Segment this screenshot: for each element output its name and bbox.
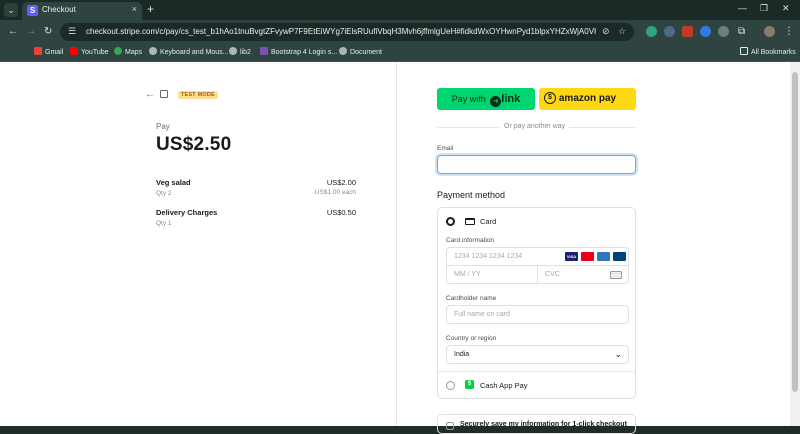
card-number-input[interactable]: 1234 1234 1234 1234 VISA xyxy=(446,247,629,266)
folder-icon xyxy=(740,47,748,55)
globe-icon xyxy=(229,47,237,55)
cashapp-icon: $ xyxy=(465,380,474,389)
amex-icon xyxy=(597,252,610,261)
store-icon xyxy=(160,90,168,98)
expiry-input[interactable]: MM / YY xyxy=(446,265,538,284)
cardholder-placeholder: Full name on card xyxy=(454,311,511,318)
scrollbar-thumb[interactable] xyxy=(792,72,798,392)
line-item: Veg salad US$2.00 Qty 2 US$1.00 each xyxy=(156,178,356,197)
visa-icon: VISA xyxy=(565,252,578,261)
save-info-box[interactable]: Securely save my information for 1-click… xyxy=(437,414,636,434)
save-info-checkbox[interactable] xyxy=(446,422,454,430)
item-qty: Qty 1 xyxy=(156,220,172,227)
total-amount: US$2.50 xyxy=(156,134,232,155)
bookmark-bootstrap[interactable]: Bootstrap 4 Login s... xyxy=(260,47,337,56)
globe-icon xyxy=(339,47,347,55)
maps-icon xyxy=(114,47,122,55)
bookmark-maps[interactable]: Maps xyxy=(114,47,142,56)
bootstrap-icon xyxy=(260,47,268,55)
site-info-icon[interactable]: ☰ xyxy=(68,26,76,37)
gmail-icon xyxy=(34,47,42,55)
payment-form: Pay with ➜ link $ amazon pay Or pay anoth… xyxy=(397,62,790,434)
back-icon[interactable]: ← xyxy=(8,25,18,39)
profile-avatar[interactable] xyxy=(764,26,775,37)
cvc-placeholder: CVC xyxy=(545,271,560,278)
order-summary: ← TEST MODE Pay US$2.50 Veg salad US$2.0… xyxy=(0,62,396,426)
bookmarks-bar: Gmail YouTube Maps Keyboard and Mous... … xyxy=(0,44,800,62)
tab-checkout[interactable]: S Checkout × xyxy=(22,2,142,20)
reload-icon[interactable]: ↻ xyxy=(44,25,52,39)
item-unit-price: US$1.00 each xyxy=(314,189,356,196)
expiry-placeholder: MM / YY xyxy=(454,271,481,278)
bookmark-lib2[interactable]: lib2 xyxy=(229,47,251,56)
item-price: US$0.50 xyxy=(326,208,356,217)
bookmark-gmail[interactable]: Gmail xyxy=(34,47,63,56)
payment-method-separator xyxy=(438,371,635,372)
credit-card-icon xyxy=(465,218,475,225)
country-label: Country or region xyxy=(446,335,497,342)
amazon-pay-coin-icon: $ xyxy=(544,92,556,104)
country-select[interactable]: India ⌄ xyxy=(446,345,629,364)
pay-label: Pay xyxy=(156,122,170,131)
payment-method-heading: Payment method xyxy=(437,190,506,200)
mastercard-icon xyxy=(581,252,594,261)
amazon-pay-button[interactable]: $ amazon pay xyxy=(539,88,636,110)
url-text: checkout.stripe.com/c/pay/cs_test_b1hAo1… xyxy=(86,27,596,36)
youtube-icon xyxy=(70,47,78,55)
address-bar[interactable]: ☰ checkout.stripe.com/c/pay/cs_test_b1hA… xyxy=(60,23,634,41)
page-scrollbar[interactable] xyxy=(790,62,800,426)
save-info-text: Securely save my information for 1-click… xyxy=(460,421,627,428)
cardholder-name-input[interactable]: Full name on card xyxy=(446,305,629,324)
card-information-label: Card information xyxy=(446,237,495,244)
bookmark-document[interactable]: Document xyxy=(339,47,382,56)
link-arrow-icon: ➜ xyxy=(490,96,502,107)
pay-with-link-button[interactable]: Pay with ➜ link xyxy=(437,88,535,110)
browser-menu-icon[interactable]: ⋮ xyxy=(784,25,794,39)
close-window-icon[interactable]: ✕ xyxy=(782,3,790,14)
extensions-puzzle-icon[interactable]: ⧉ xyxy=(738,25,745,39)
bookmark-youtube[interactable]: YouTube xyxy=(70,47,109,56)
chevron-down-icon: ⌄ xyxy=(614,349,622,359)
cardholder-label: Cardholder name xyxy=(446,295,497,302)
extension-icon-4[interactable] xyxy=(700,26,711,37)
country-value: India xyxy=(454,351,470,358)
tab-close-icon[interactable]: × xyxy=(132,4,137,14)
browser-tabbar: ⌄ S Checkout × + — ❐ ✕ xyxy=(0,0,800,20)
cashapp-radio[interactable] xyxy=(446,381,455,390)
bookmark-star-icon[interactable]: ☆ xyxy=(618,26,626,37)
card-option-label: Card xyxy=(480,217,497,226)
payment-method-box: Card Card information 1234 1234 1234 123… xyxy=(437,207,636,399)
or-pay-another-way: Or pay another way xyxy=(500,123,570,130)
extension-icon-5[interactable] xyxy=(718,26,729,37)
email-label: Email xyxy=(437,145,454,152)
cvc-card-icon xyxy=(610,271,622,279)
extension-icon-2[interactable] xyxy=(664,26,675,37)
back-arrow-icon[interactable]: ← xyxy=(145,89,155,100)
cvc-input[interactable]: CVC xyxy=(537,265,629,284)
minimize-icon[interactable]: — xyxy=(738,3,747,13)
card-radio[interactable] xyxy=(446,217,455,226)
cashapp-option-label: Cash App Pay xyxy=(480,381,528,390)
all-bookmarks[interactable]: All Bookmarks xyxy=(740,47,796,56)
restore-icon[interactable]: ❐ xyxy=(760,3,768,14)
line-item: Delivery Charges US$0.50 Qty 1 xyxy=(156,208,356,227)
test-mode-badge: TEST MODE xyxy=(178,91,218,99)
tab-title: Checkout xyxy=(42,5,76,14)
card-number-placeholder: 1234 1234 1234 1234 xyxy=(454,253,523,260)
stripe-favicon-icon: S xyxy=(27,5,38,16)
hide-icon[interactable]: ⊘ xyxy=(602,26,610,37)
tab-search-icon[interactable]: ⌄ xyxy=(4,3,18,17)
extension-icon-1[interactable] xyxy=(646,26,657,37)
checkout-page: ← TEST MODE Pay US$2.50 Veg salad US$2.0… xyxy=(0,62,800,434)
bookmark-keyboard[interactable]: Keyboard and Mous... xyxy=(149,47,229,56)
new-tab-button[interactable]: + xyxy=(147,2,154,16)
browser-toolbar: ← → ↻ ☰ checkout.stripe.com/c/pay/cs_tes… xyxy=(0,20,800,44)
email-input[interactable] xyxy=(437,155,636,174)
unionpay-icon xyxy=(613,252,626,261)
item-price: US$2.00 xyxy=(326,178,356,187)
extension-icon-3[interactable] xyxy=(682,26,693,37)
forward-icon[interactable]: → xyxy=(26,25,36,39)
keyboard-icon xyxy=(149,47,157,55)
